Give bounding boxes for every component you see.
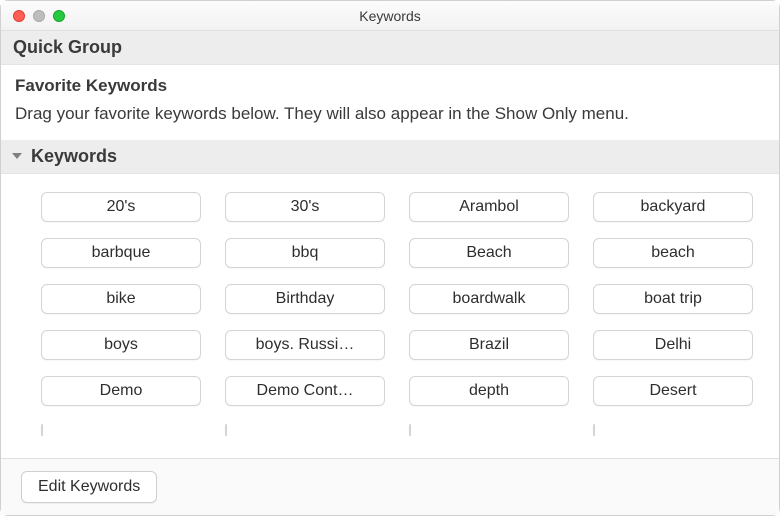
keyword-button[interactable]: Arambol (409, 192, 569, 222)
keyword-button-partial[interactable] (225, 424, 227, 436)
keyword-button-partial[interactable] (409, 424, 411, 436)
keyword-button[interactable]: boardwalk (409, 284, 569, 314)
window-title: Keywords (1, 8, 779, 24)
keywords-header[interactable]: Keywords (1, 140, 779, 174)
close-window-button[interactable] (13, 10, 25, 22)
keyword-button[interactable]: backyard (593, 192, 753, 222)
titlebar: Keywords (1, 1, 779, 31)
keyword-button[interactable]: beach (593, 238, 753, 268)
quick-group-title: Quick Group (13, 37, 122, 58)
keyword-button[interactable]: Desert (593, 376, 753, 406)
minimize-window-button[interactable] (33, 10, 45, 22)
keyword-button[interactable]: bbq (225, 238, 385, 268)
keyword-button[interactable]: depth (409, 376, 569, 406)
keyword-button[interactable]: boys. Russi… (225, 330, 385, 360)
favorites-blurb: Favorite Keywords Drag your favorite key… (1, 65, 779, 140)
keyword-button[interactable]: Demo Cont… (225, 376, 385, 406)
keyword-button[interactable]: barbque (41, 238, 201, 268)
traffic-lights (1, 10, 65, 22)
favorites-title: Favorite Keywords (15, 73, 765, 99)
keyword-button[interactable]: boat trip (593, 284, 753, 314)
keyword-button-partial[interactable] (41, 424, 43, 436)
keywords-scroll-area[interactable]: 20's 30's Arambol backyard barbque bbq Beachbe… (1, 174, 779, 458)
bottom-bar: Edit Keywords (1, 458, 779, 515)
keyword-button[interactable]: Demo (41, 376, 201, 406)
keyword-button[interactable]: 20's (41, 192, 201, 222)
keyword-button[interactable]: Delhi (593, 330, 753, 360)
keyword-button[interactable]: Beach (409, 238, 569, 268)
chevron-down-icon[interactable] (11, 150, 25, 164)
keyword-button[interactable]: bike (41, 284, 201, 314)
favorites-description: Drag your favorite keywords below. They … (15, 101, 765, 127)
keyword-button[interactable]: Birthday (225, 284, 385, 314)
quick-group-header: Quick Group (1, 31, 779, 65)
keywords-title: Keywords (31, 146, 117, 167)
keywords-grid: 20's 30's Arambol backyard barbque bbq Beachbe… (1, 174, 779, 440)
edit-keywords-button[interactable]: Edit Keywords (21, 471, 157, 503)
maximize-window-button[interactable] (53, 10, 65, 22)
keyword-button[interactable]: boys (41, 330, 201, 360)
keyword-button[interactable]: 30's (225, 192, 385, 222)
keyword-button-partial[interactable] (593, 424, 595, 436)
keyword-button[interactable]: Brazil (409, 330, 569, 360)
